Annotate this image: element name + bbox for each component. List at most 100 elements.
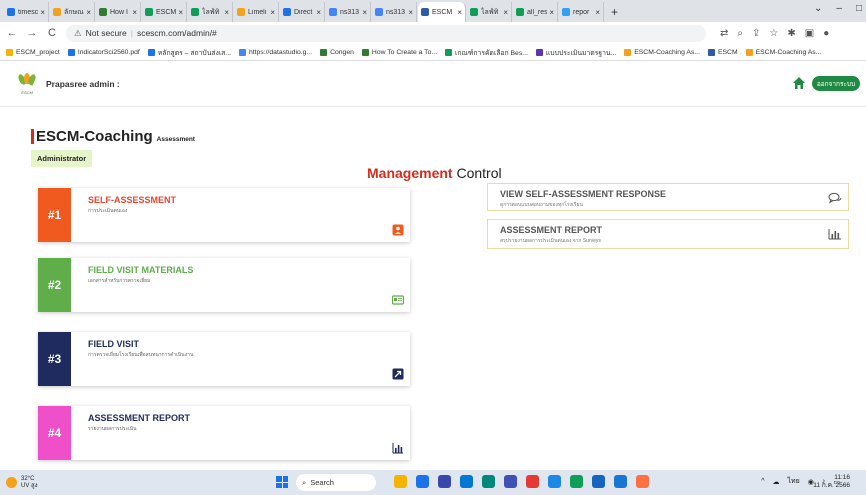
tab-close-icon[interactable]: ×	[224, 8, 229, 17]
tab-close-icon[interactable]: ×	[316, 8, 321, 17]
browser-tab[interactable]: ESCM ×	[142, 2, 187, 22]
browser-tab[interactable]: ESCM ×	[418, 2, 466, 22]
escm-logo[interactable]: ESCM	[16, 73, 38, 95]
bookmark-favicon-icon	[6, 48, 13, 56]
bookmark-item[interactable]: ESCM-Coaching As...	[745, 48, 822, 56]
tab-title: ไลฟ์ทิ	[202, 8, 220, 16]
taskbar-app-icon[interactable]	[636, 475, 649, 488]
weather-widget[interactable]: 32°C UV สูง	[6, 476, 38, 490]
bookmark-item[interactable]: IndicatorSci2560.pdf	[67, 48, 140, 56]
bookmark-item[interactable]: https://datastudio.g...	[238, 48, 312, 56]
taskbar-app-icon[interactable]	[570, 475, 583, 488]
tab-title: all_res	[527, 8, 548, 16]
tab-title: ESCM	[156, 8, 177, 16]
bookmark-favicon-icon	[361, 48, 369, 56]
taskbar-app-icon[interactable]	[438, 475, 451, 488]
logout-button[interactable]: ออกจากระบบ	[812, 76, 860, 91]
toolbar-icons: ⇄ ⌕ ⇪ ☆ ✱ ▣ ●	[720, 28, 829, 39]
bookmark-item[interactable]: Congen	[320, 48, 354, 56]
taskbar-clock[interactable]: 11:16 11 ก.ค. 2566	[813, 474, 850, 490]
tab-search-icon[interactable]: ⌄	[814, 3, 822, 14]
taskbar-app-icon[interactable]	[614, 475, 627, 488]
taskbar-app-icon[interactable]	[526, 475, 539, 488]
browser-tab[interactable]: timesc ×	[4, 2, 49, 22]
share-icon[interactable]: ⇪	[752, 28, 760, 39]
bookmark-item[interactable]: แบบประเมินมาตรฐาน...	[535, 47, 616, 58]
card-subtitle: การประเมินตนเอง	[88, 208, 128, 214]
language-indicator[interactable]: ไทย	[788, 476, 800, 487]
reload-icon[interactable]: C	[46, 27, 58, 39]
browser-tab[interactable]: ns313 ×	[326, 2, 371, 22]
taskbar-app-icon[interactable]	[394, 475, 407, 488]
browser-tab[interactable]: all_res ×	[513, 2, 558, 22]
tab-close-icon[interactable]: ×	[362, 8, 367, 17]
browser-tab[interactable]: ns313 ×	[372, 2, 417, 22]
sidebar-icon[interactable]: ▣	[805, 28, 814, 39]
browser-tab[interactable]: ลักษณ ×	[50, 2, 95, 22]
address-bar[interactable]: ⚠ Not secure | scescm.com/admin/#	[66, 24, 706, 42]
taskbar-app-icon[interactable]	[592, 475, 605, 488]
profile-icon[interactable]: ●	[823, 28, 829, 39]
tab-close-icon[interactable]: ×	[595, 8, 600, 17]
card-field-visit-materials[interactable]: #2 FIELD VISIT MATERIALS เอกสารสำหรับการ…	[38, 258, 410, 312]
home-icon[interactable]	[792, 76, 806, 90]
browser-tab[interactable]: repor ×	[559, 2, 604, 22]
back-icon[interactable]: ←	[6, 27, 18, 39]
card-field-visit[interactable]: #3 FIELD VISIT การตรวจเยี่ยมโรงเรียนเพื่…	[38, 332, 410, 386]
browser-tab[interactable]: Direct ×	[280, 2, 325, 22]
star-icon[interactable]: ☆	[769, 28, 778, 39]
bookmark-item[interactable]: ESCM_project	[6, 48, 60, 56]
windows-start-icon[interactable]	[276, 476, 288, 488]
view-self-assessment-response-card[interactable]: VIEW SELF-ASSESSMENT RESPONSE ดูการตอบแบ…	[487, 183, 849, 211]
taskbar-app-icon[interactable]	[460, 475, 473, 488]
bookmark-item[interactable]: How To Create a To...	[361, 48, 437, 56]
tab-close-icon[interactable]: ×	[132, 8, 137, 17]
role-badge: Administrator	[31, 150, 93, 167]
bookmark-item[interactable]: ESCM	[707, 48, 738, 56]
forward-icon[interactable]: →	[26, 27, 38, 39]
tab-close-icon[interactable]: ×	[408, 8, 413, 17]
bookmark-label: ESCM-Coaching As...	[755, 48, 822, 56]
bookmark-item[interactable]: ESCM-Coaching As...	[624, 48, 700, 56]
bookmark-item[interactable]: เกณฑ์การคัดเลือก Bes...	[445, 47, 528, 58]
assessment-report-summary-card[interactable]: ASSESSMENT REPORT สรุปรายงานผลการประเมิน…	[487, 219, 849, 249]
bookmark-favicon-icon	[147, 48, 155, 56]
cloud-icon[interactable]: ☁	[773, 478, 780, 486]
rcard-subtitle: สรุปรายงานผลการประเมินตนเอง จาก Surveys	[500, 238, 601, 244]
taskbar-app-icon[interactable]	[504, 475, 517, 488]
card-self-assessment[interactable]: #1 SELF-ASSESSMENT การประเมินตนเอง	[38, 188, 410, 242]
tab-favicon-icon	[375, 8, 383, 16]
browser-tab[interactable]: ไลฟ์ทิ ×	[188, 2, 233, 22]
tab-close-icon[interactable]: ×	[86, 8, 91, 17]
tab-favicon-icon	[329, 8, 337, 16]
weather-desc: UV สูง	[21, 482, 38, 489]
browser-tab[interactable]: How I ×	[96, 2, 141, 22]
taskbar-app-icon[interactable]	[548, 475, 561, 488]
tab-close-icon[interactable]: ×	[503, 8, 508, 17]
card-assessment-report[interactable]: #4 ASSESSMENT REPORT รายงานผลการประเมิน	[38, 406, 410, 460]
tab-close-icon[interactable]: ×	[549, 8, 554, 17]
tab-close-icon[interactable]: ×	[178, 8, 183, 17]
new-tab-button[interactable]: +	[605, 2, 624, 22]
bookmark-label: เกณฑ์การคัดเลือก Bes...	[455, 49, 528, 57]
person-badge-icon	[392, 224, 404, 236]
maximize-button[interactable]: □	[856, 3, 862, 14]
tab-favicon-icon	[7, 8, 15, 16]
taskbar-app-icon[interactable]	[482, 475, 495, 488]
warning-icon: ⚠	[74, 27, 82, 38]
tab-close-icon[interactable]: ×	[40, 8, 45, 17]
tab-close-icon[interactable]: ×	[270, 8, 275, 17]
extensions-icon[interactable]: ✱	[787, 28, 795, 39]
chevron-up-icon[interactable]: ^	[761, 478, 764, 485]
browser-tab[interactable]: ไลฟ์ทิ ×	[467, 2, 512, 22]
bookmark-item[interactable]: หลักสูตร – สถาบันส่งเส...	[147, 47, 231, 58]
bookmark-label: หลักสูตร – สถาบันส่งเส...	[157, 49, 231, 57]
minimize-button[interactable]: –	[836, 3, 842, 14]
browser-tab[interactable]: Limeli ×	[234, 2, 279, 22]
taskbar-app-icon[interactable]	[416, 475, 429, 488]
translate-icon[interactable]: ⇄	[720, 28, 728, 39]
taskbar-search[interactable]: ⌕ Search	[296, 474, 376, 491]
tab-close-icon[interactable]: ×	[457, 8, 462, 17]
zoom-icon[interactable]: ⌕	[737, 28, 743, 39]
bookmark-label: IndicatorSci2560.pdf	[77, 48, 140, 56]
